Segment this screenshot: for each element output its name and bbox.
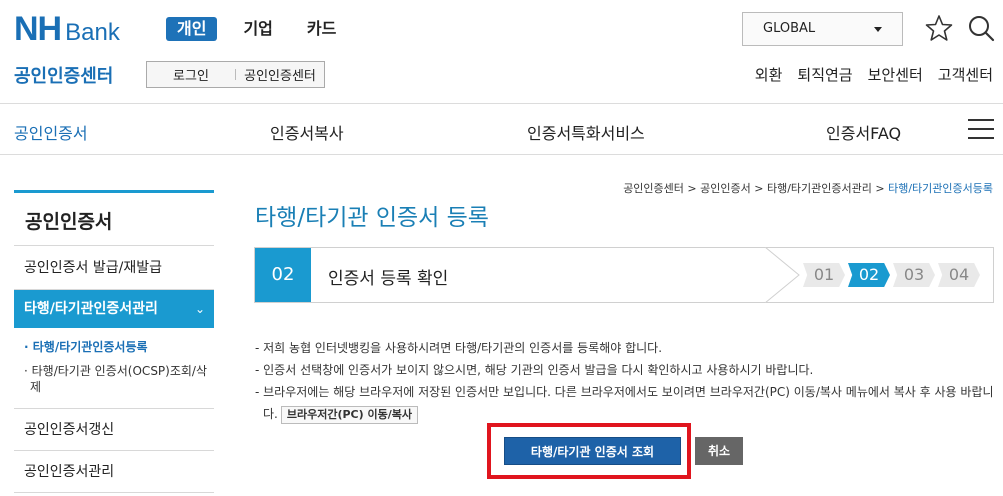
chevron-down-icon: ⌄ (194, 302, 205, 316)
menu-item-special[interactable]: 인증서특화서비스 (527, 120, 645, 144)
step-indicator: 02 인증서 등록 확인 01 02 03 04 (254, 247, 994, 303)
step-04: 04 (938, 263, 980, 287)
hamburger-icon[interactable] (968, 119, 994, 139)
sidebar-item-issue[interactable]: 공인인증서 발급/재발급 (14, 246, 214, 290)
util-link-forex[interactable]: 외환 (755, 64, 783, 85)
top-nav-personal[interactable]: 개인 (166, 17, 218, 41)
notice-item: - 저희 농협 인터넷뱅킹을 사용하시려면 타행/타기관의 인증서를 등록해야 … (255, 341, 663, 355)
step-03: 03 (893, 263, 935, 287)
notice-list: - 저희 농협 인터넷뱅킹을 사용하시려면 타행/타기관의 인증서를 등록해야 … (255, 337, 995, 425)
site-title[interactable]: 공인인증센터 (14, 62, 113, 88)
step-badge: 02 (255, 248, 311, 302)
query-certificate-button[interactable]: 타행/타기관 인증서 조회 (504, 437, 681, 465)
sidebar-submenu: · 타행/타기관인증서등록 · 타행/타기관 인증서(OCSP)조회/삭제 (14, 328, 214, 409)
top-nav-business[interactable]: 기업 (243, 17, 272, 41)
breadcrumb-separator: > (871, 182, 889, 195)
step-label: 인증서 등록 확인 (328, 269, 449, 289)
browser-copy-button[interactable]: 브라우저간(PC) 이동/복사 (280, 406, 418, 424)
cancel-button[interactable]: 취소 (695, 437, 743, 465)
util-link-security[interactable]: 보안센터 (868, 64, 923, 85)
sidebar-item-manage[interactable]: 공인인증서관리 (14, 451, 214, 493)
logo-nh-text: NH (14, 10, 62, 48)
menu-item-faq[interactable]: 인증서FAQ (826, 120, 901, 144)
login-box: 로그인 공인인증센터 (146, 61, 325, 88)
breadcrumb: 공인인증센터 > 공인인증서 > 타행/타기관인증서관리 > 타행/타기관인증서… (623, 180, 993, 196)
breadcrumb-separator: > (750, 182, 767, 195)
global-select[interactable]: GLOBAL (742, 12, 903, 46)
menu-item-certificate[interactable]: 공인인증서 (14, 120, 88, 144)
sidebar-item-other-bank[interactable]: 타행/타기관인증서관리 ⌄ (14, 290, 214, 328)
star-icon[interactable] (925, 14, 953, 42)
breadcrumb-item[interactable]: 공인인증센터 (623, 182, 684, 195)
menu-item-copy[interactable]: 인증서복사 (270, 120, 344, 144)
page-title: 타행/타기관 인증서 등록 (255, 205, 489, 231)
step-arrow-divider (765, 247, 800, 303)
nh-bank-logo[interactable]: NH Bank (14, 12, 120, 47)
main-menu-bar: 공인인증서 인증서복사 인증서특화서비스 인증서FAQ (0, 103, 1003, 155)
sidebar: 공인인증서 공인인증서 발급/재발급 타행/타기관인증서관리 ⌄ · 타행/타기… (14, 190, 214, 493)
logo-bank-text: Bank (65, 19, 120, 46)
breadcrumb-item[interactable]: 공인인증서 (700, 182, 751, 195)
notice-item: - 브라우저에는 해당 브라우저에 저장된 인증서만 보입니다. 다른 브라우저… (255, 381, 995, 425)
top-nav-card[interactable]: 카드 (307, 17, 336, 41)
util-link-customer[interactable]: 고객센터 (938, 64, 993, 85)
breadcrumb-current: 타행/타기관인증서등록 (888, 182, 993, 195)
util-link-pension[interactable]: 퇴직연금 (797, 64, 852, 85)
breadcrumb-separator: > (683, 182, 701, 195)
utility-links: 외환 퇴직연금 보안센터 고객센터 (740, 64, 993, 85)
global-select-value: GLOBAL (763, 21, 816, 36)
notice-item: - 인증서 선택창에 인증서가 보이지 않으시면, 해당 기관의 인증서 발급을… (255, 363, 814, 377)
sidebar-item-label: 타행/타기관인증서관리 (24, 301, 158, 317)
sidebar-sub-register[interactable]: · 타행/타기관인증서등록 (24, 339, 214, 355)
caret-down-icon (874, 27, 882, 32)
breadcrumb-item[interactable]: 타행/타기관인증서관리 (767, 182, 872, 195)
top-nav: 개인 기업 카드 (166, 17, 370, 41)
sidebar-item-renew[interactable]: 공인인증서갱신 (14, 409, 214, 451)
login-link[interactable]: 로그인 (147, 65, 235, 84)
cert-center-link[interactable]: 공인인증센터 (236, 65, 324, 84)
search-icon[interactable] (967, 14, 995, 42)
step-list: 01 02 03 04 (803, 263, 983, 287)
sidebar-sub-ocsp[interactable]: · 타행/타기관 인증서(OCSP)조회/삭제 (24, 363, 214, 395)
step-02: 02 (848, 263, 890, 287)
step-01: 01 (803, 263, 845, 287)
sidebar-title: 공인인증서 (14, 190, 214, 246)
